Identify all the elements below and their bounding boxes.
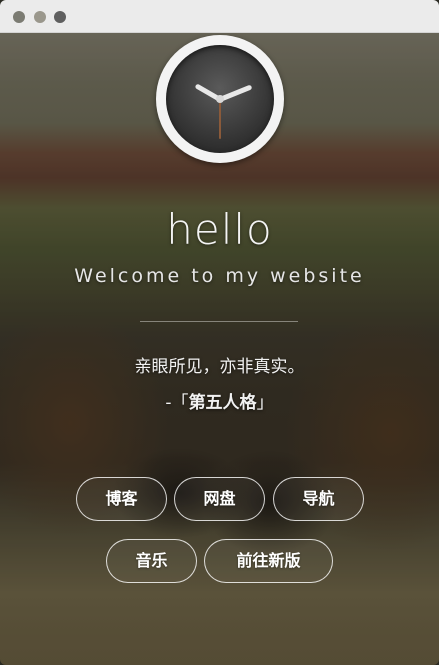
title-bar: [0, 0, 439, 33]
quote-source: -「第五人格」: [0, 388, 439, 413]
maximize-window-icon[interactable]: [54, 11, 66, 23]
music-button[interactable]: 音乐: [106, 539, 197, 583]
quote-source-title: 第五人格: [188, 393, 257, 413]
hero-content: hello Welcome to my website 亲眼所见，亦非真实。 -…: [0, 0, 439, 665]
new-version-button[interactable]: 前往新版: [204, 539, 333, 583]
close-window-icon[interactable]: [13, 11, 25, 23]
netdisk-button[interactable]: 网盘: [174, 477, 265, 521]
quote-text: 亲眼所见，亦非真实。: [134, 357, 305, 377]
minimize-window-icon[interactable]: [34, 11, 46, 23]
browser-window: hello Welcome to my website 亲眼所见，亦非真实。 -…: [0, 0, 439, 665]
page-title: hello: [166, 205, 273, 254]
blog-button[interactable]: 博客: [76, 477, 167, 521]
quote-source-prefix: -「: [165, 393, 189, 413]
navigation-button[interactable]: 导航: [273, 477, 364, 521]
divider: [140, 321, 298, 322]
quote-source-suffix: 」: [256, 393, 274, 413]
page-subtitle: Welcome to my website: [74, 265, 365, 287]
